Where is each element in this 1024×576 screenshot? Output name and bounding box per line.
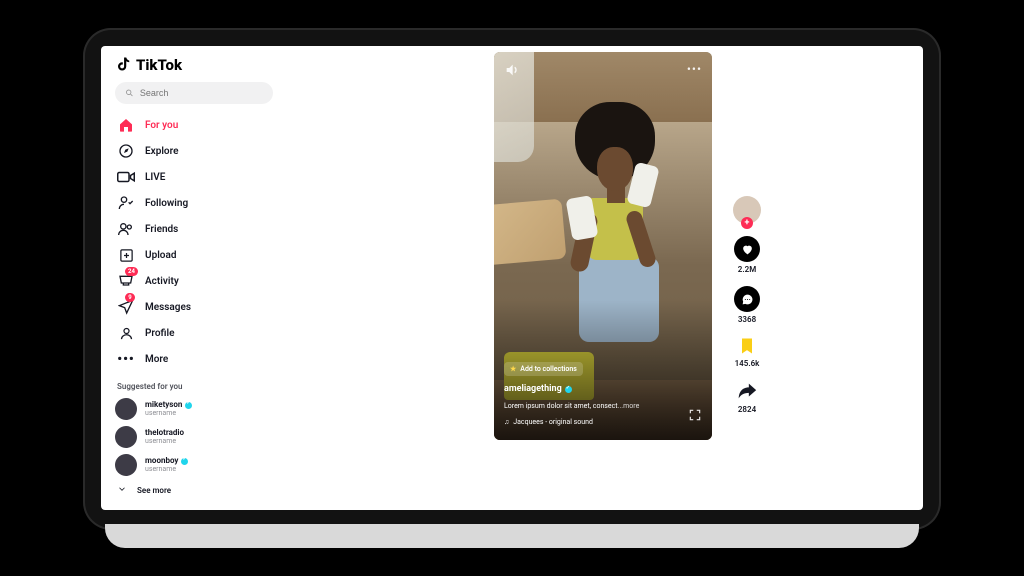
messages-badge: 9 [125, 293, 135, 302]
author-avatar-follow[interactable] [733, 196, 761, 224]
nav-for-you[interactable]: For you [115, 112, 273, 138]
video-menu-button[interactable]: ••• [687, 62, 702, 76]
verified-badge-icon [565, 386, 572, 393]
save-button[interactable]: 145.6k [735, 336, 760, 368]
caption-more: ...more [618, 402, 640, 410]
nav-explore[interactable]: Explore [115, 138, 273, 164]
nav-upload[interactable]: Upload [115, 242, 273, 268]
avatar [115, 454, 137, 476]
nav-label: Profile [145, 328, 175, 339]
comment-icon [734, 286, 760, 312]
brand-text: TikTok [136, 56, 182, 74]
user-check-icon [117, 194, 135, 212]
bookmark-icon: ★ [510, 365, 516, 373]
author-name: ameliagething [504, 384, 562, 394]
share-button[interactable]: 2824 [736, 380, 758, 414]
suggested-title: Suggested for you [117, 382, 273, 391]
user-icon [117, 324, 135, 342]
suggested-handle: username [145, 466, 188, 474]
like-button[interactable]: 2.2M [734, 236, 760, 274]
video-author[interactable]: ameliagething [504, 384, 572, 394]
nav-label: Upload [145, 250, 176, 261]
home-icon [117, 116, 135, 134]
caption-text: Lorem ipsum dolor sit amet, consect [504, 402, 618, 410]
nav-label: Friends [145, 224, 178, 235]
search-icon [125, 88, 134, 98]
comment-count: 3368 [738, 315, 756, 324]
save-count: 145.6k [735, 359, 760, 368]
activity-badge: 24 [125, 267, 138, 276]
volume-button[interactable] [504, 62, 520, 78]
fullscreen-button[interactable] [688, 407, 702, 426]
nav-label: More [145, 354, 168, 365]
brand-logo[interactable]: TikTok [115, 56, 273, 74]
ellipsis-icon: ••• [117, 350, 135, 368]
nav-list: For you Explore LIVE Following Friends [115, 112, 273, 372]
nav-more[interactable]: ••• More [115, 346, 273, 372]
suggested-item[interactable]: miketyson username [115, 395, 273, 423]
nav-label: LIVE [145, 172, 165, 183]
video-music[interactable]: ♫ Jacquees - original sound [504, 418, 593, 426]
like-count: 2.2M [738, 265, 756, 274]
laptop-frame: TikTok For you Explore LIVE [83, 28, 941, 530]
live-icon [117, 168, 135, 186]
share-count: 2824 [738, 405, 756, 414]
nav-following[interactable]: Following [115, 190, 273, 216]
nav-live[interactable]: LIVE [115, 164, 273, 190]
add-collections-label: Add to collections [520, 365, 577, 373]
nav-profile[interactable]: Profile [115, 320, 273, 346]
action-rail: 2.2M 3368 145.6k 2824 [733, 196, 761, 414]
feed-main: ••• ★ Add to collections ameliagething L… [283, 46, 923, 510]
laptop-base [105, 524, 919, 548]
heart-icon [734, 236, 760, 262]
sidebar: TikTok For you Explore LIVE [101, 46, 283, 510]
nav-friends[interactable]: Friends [115, 216, 273, 242]
nav-messages[interactable]: 9 Messages [115, 294, 273, 320]
suggested-item[interactable]: thelotradio username [115, 423, 273, 451]
screen: TikTok For you Explore LIVE [101, 46, 923, 510]
suggested-handle: username [145, 438, 184, 446]
search-bar[interactable] [115, 82, 273, 104]
nav-activity[interactable]: 24 Activity [115, 268, 273, 294]
suggested-handle: username [145, 410, 192, 418]
verified-badge-icon [185, 402, 192, 409]
share-icon [736, 380, 758, 402]
nav-label: Explore [145, 146, 178, 157]
nav-label: Messages [145, 302, 191, 313]
bookmark-icon [737, 336, 757, 356]
nav-label: Activity [145, 276, 179, 287]
search-input[interactable] [140, 88, 263, 98]
see-more-button[interactable]: See more [115, 479, 273, 501]
users-icon [117, 220, 135, 238]
music-note-icon: ♫ [504, 418, 509, 426]
video-caption[interactable]: Lorem ipsum dolor sit amet, consect...mo… [504, 402, 682, 410]
suggested-item[interactable]: moonboy username [115, 451, 273, 479]
video-player[interactable]: ••• ★ Add to collections ameliagething L… [494, 52, 712, 440]
comment-button[interactable]: 3368 [734, 286, 760, 324]
see-more-label: See more [137, 486, 171, 495]
nav-label: For you [145, 120, 178, 131]
chevron-down-icon [117, 484, 127, 496]
tiktok-icon [115, 56, 133, 74]
plus-square-icon [117, 246, 135, 264]
compass-icon [117, 142, 135, 160]
avatar [115, 426, 137, 448]
music-text: Jacquees - original sound [513, 418, 593, 426]
nav-label: Following [145, 198, 188, 209]
add-to-collections-button[interactable]: ★ Add to collections [504, 362, 583, 376]
verified-badge-icon [181, 458, 188, 465]
avatar [115, 398, 137, 420]
